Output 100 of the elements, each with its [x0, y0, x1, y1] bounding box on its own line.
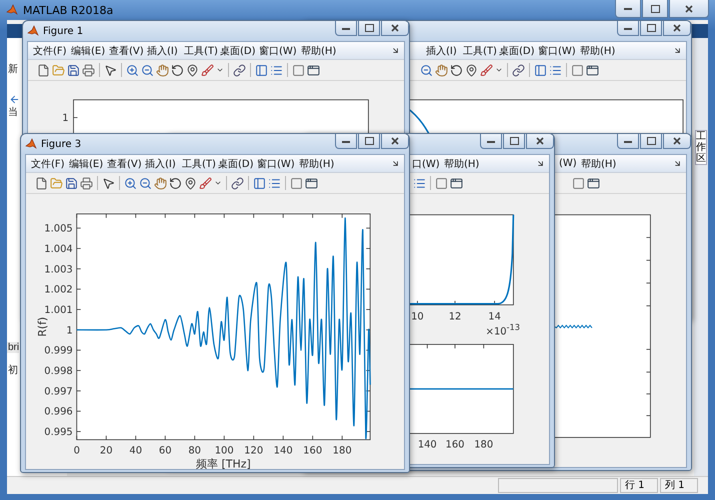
- menu-item[interactable]: 工具(T): [184, 44, 220, 58]
- menu-item[interactable]: 文件(F): [33, 44, 71, 58]
- menu-item[interactable]: 编辑(E): [69, 156, 107, 170]
- menu-item[interactable]: 桌面(D): [218, 156, 257, 170]
- back-arrow-icon[interactable]: [9, 94, 20, 105]
- menu-item[interactable]: 查看(V): [109, 44, 147, 58]
- square-icon[interactable]: [292, 64, 305, 76]
- menu-item[interactable]: 帮助(H): [299, 156, 359, 170]
- rotate-icon[interactable]: [171, 64, 184, 76]
- colorbar-icon[interactable]: [255, 64, 268, 76]
- pin-icon[interactable]: [465, 64, 478, 76]
- pointer-icon[interactable]: [104, 64, 117, 76]
- caret-icon[interactable]: [216, 66, 224, 74]
- maximize-button[interactable]: [358, 21, 380, 36]
- menu-item[interactable]: 帮助(H): [580, 44, 640, 58]
- link-icon[interactable]: [233, 64, 246, 76]
- zoom-out-icon[interactable]: [139, 176, 152, 190]
- menu-item[interactable]: 窗口(W): [259, 44, 301, 58]
- square-icon[interactable]: [435, 176, 448, 190]
- menu-item[interactable]: 插入(I): [145, 156, 182, 170]
- minimize-button[interactable]: [617, 21, 639, 36]
- maximize-button[interactable]: [640, 21, 662, 36]
- y-tick-label: 1.002: [44, 284, 73, 296]
- close-button[interactable]: [663, 134, 691, 149]
- window-icon[interactable]: [587, 176, 600, 190]
- window-icon[interactable]: [450, 176, 463, 190]
- new-file-icon[interactable]: [37, 64, 50, 76]
- pin-icon[interactable]: [184, 176, 197, 190]
- minimize-button[interactable]: [335, 134, 357, 149]
- panel-tab[interactable]: 工作区: [695, 130, 707, 165]
- menu-item[interactable]: 文件(F): [31, 156, 69, 170]
- zoom-in-icon[interactable]: [124, 176, 137, 190]
- maximize-button[interactable]: [358, 134, 380, 149]
- zoom-out-icon[interactable]: [420, 64, 433, 76]
- y-tick-label: 1.003: [44, 264, 73, 276]
- brush-icon[interactable]: [199, 176, 212, 190]
- pan-hand-icon[interactable]: [435, 64, 448, 76]
- menu-item[interactable]: 工具(T): [182, 156, 218, 170]
- close-button[interactable]: [663, 21, 691, 36]
- colorbar-icon[interactable]: [253, 176, 266, 190]
- menu-item[interactable]: 插入(I): [147, 44, 184, 58]
- link-icon[interactable]: [231, 176, 244, 190]
- maximize-button[interactable]: [503, 134, 525, 149]
- minimize-button[interactable]: [335, 21, 357, 36]
- save-icon[interactable]: [67, 64, 80, 76]
- minimize-button[interactable]: [617, 134, 639, 149]
- new-file-icon[interactable]: [35, 176, 48, 190]
- pin-icon[interactable]: [186, 64, 199, 76]
- window-icon[interactable]: [586, 64, 599, 76]
- menu-item[interactable]: 桌面(D): [220, 44, 259, 58]
- menu-item[interactable]: 桌面(D): [499, 44, 538, 58]
- menu-item[interactable]: 帮助(H): [444, 156, 504, 170]
- save-icon[interactable]: [65, 176, 78, 190]
- rotate-icon[interactable]: [450, 64, 463, 76]
- dock-arrow-icon[interactable]: [391, 159, 400, 168]
- pan-hand-icon[interactable]: [156, 64, 169, 76]
- zoom-out-icon[interactable]: [141, 64, 154, 76]
- caret-icon[interactable]: [495, 66, 503, 74]
- close-icon: [673, 137, 681, 145]
- menu-item[interactable]: 帮助(H): [581, 156, 641, 170]
- colorbar-icon[interactable]: [534, 64, 547, 76]
- square-icon[interactable]: [572, 176, 585, 190]
- menu-item[interactable]: 窗口(W): [538, 44, 580, 58]
- caret-icon[interactable]: [214, 179, 222, 187]
- window-icon[interactable]: [305, 176, 318, 190]
- menu-item[interactable]: (W): [559, 158, 581, 169]
- window-icon[interactable]: [307, 64, 320, 76]
- minimize-button[interactable]: [615, 0, 641, 18]
- print-icon[interactable]: [80, 176, 93, 190]
- menu-item[interactable]: 工具(T): [463, 44, 499, 58]
- menu-item[interactable]: 窗口(W): [257, 156, 299, 170]
- maximize-button[interactable]: [640, 134, 662, 149]
- rotate-icon[interactable]: [169, 176, 182, 190]
- menu-item[interactable]: 编辑(E): [71, 44, 109, 58]
- close-button[interactable]: [381, 134, 409, 149]
- square-icon[interactable]: [571, 64, 584, 76]
- maximize-button[interactable]: [642, 0, 668, 18]
- link-icon[interactable]: [512, 64, 525, 76]
- pan-hand-icon[interactable]: [154, 176, 167, 190]
- close-button[interactable]: [381, 21, 409, 36]
- close-button[interactable]: [669, 0, 709, 18]
- minimize-button[interactable]: [480, 134, 502, 149]
- zoom-in-icon[interactable]: [126, 64, 139, 76]
- square-icon[interactable]: [290, 176, 303, 190]
- close-button[interactable]: [526, 134, 554, 149]
- print-icon[interactable]: [82, 64, 95, 76]
- y-tick-label: 1: [62, 113, 69, 124]
- brush-icon[interactable]: [201, 64, 214, 76]
- dock-arrow-icon[interactable]: [391, 46, 400, 55]
- menu-item[interactable]: 查看(V): [107, 156, 145, 170]
- dock-arrow-icon[interactable]: [673, 46, 682, 55]
- x-tick-label: 100: [214, 446, 234, 457]
- menu-item[interactable]: 插入(I): [426, 44, 463, 58]
- dock-arrow-icon[interactable]: [536, 159, 545, 168]
- minimize-icon: [624, 140, 632, 142]
- brush-icon[interactable]: [480, 64, 493, 76]
- menu-item[interactable]: 口(W): [412, 156, 444, 170]
- pointer-icon[interactable]: [102, 176, 115, 190]
- dock-arrow-icon[interactable]: [673, 159, 682, 168]
- menu-item[interactable]: 帮助(H): [301, 44, 361, 58]
